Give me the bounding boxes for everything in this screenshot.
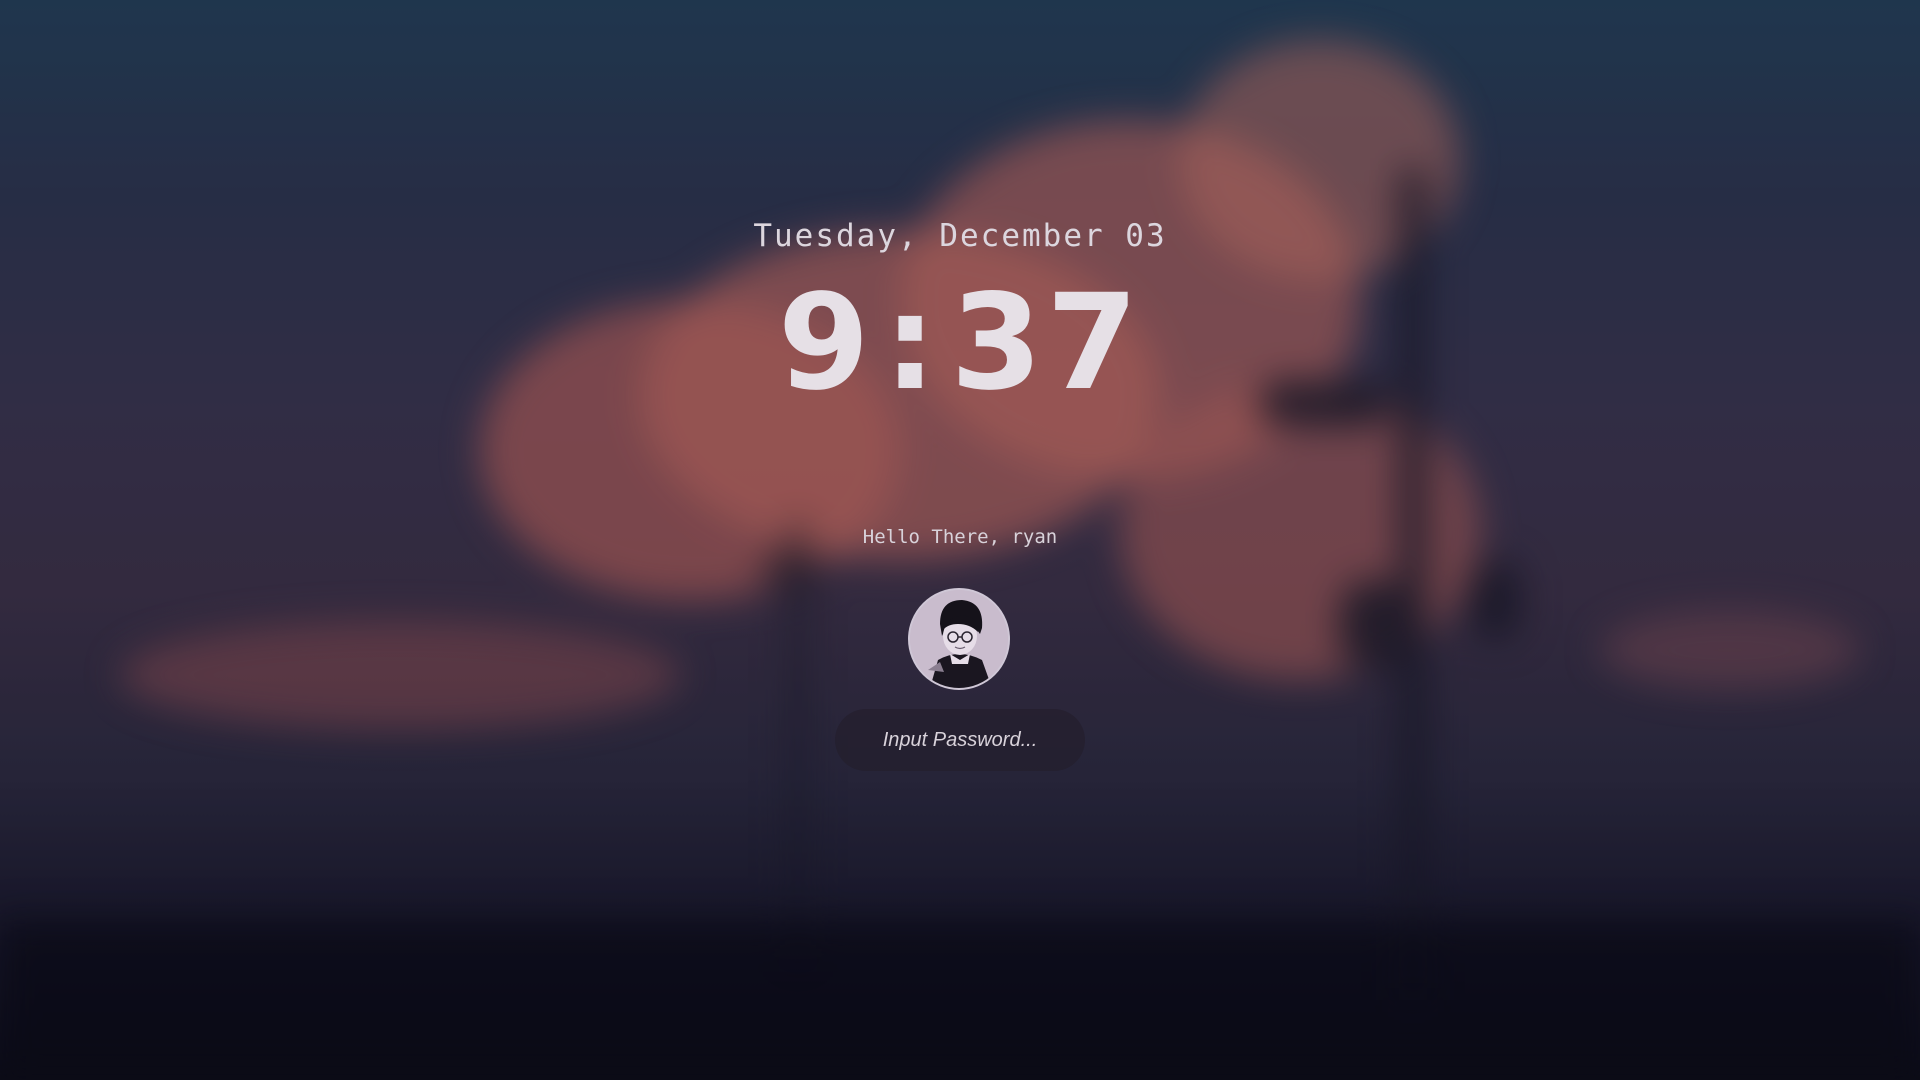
clock: 9:37 bbox=[0, 268, 1920, 418]
clock-separator: : bbox=[883, 266, 941, 420]
lock-screen: Tuesday, December 03 9:37 Hello There, r… bbox=[0, 0, 1920, 1080]
user-avatar-icon bbox=[908, 588, 1010, 690]
password-input[interactable] bbox=[835, 709, 1085, 771]
greeting-label: Hello There, ryan bbox=[862, 526, 1058, 548]
date-label: Tuesday, December 03 bbox=[753, 218, 1167, 254]
clock-hours: 9 bbox=[777, 266, 874, 420]
clock-minutes: 37 bbox=[950, 266, 1143, 420]
